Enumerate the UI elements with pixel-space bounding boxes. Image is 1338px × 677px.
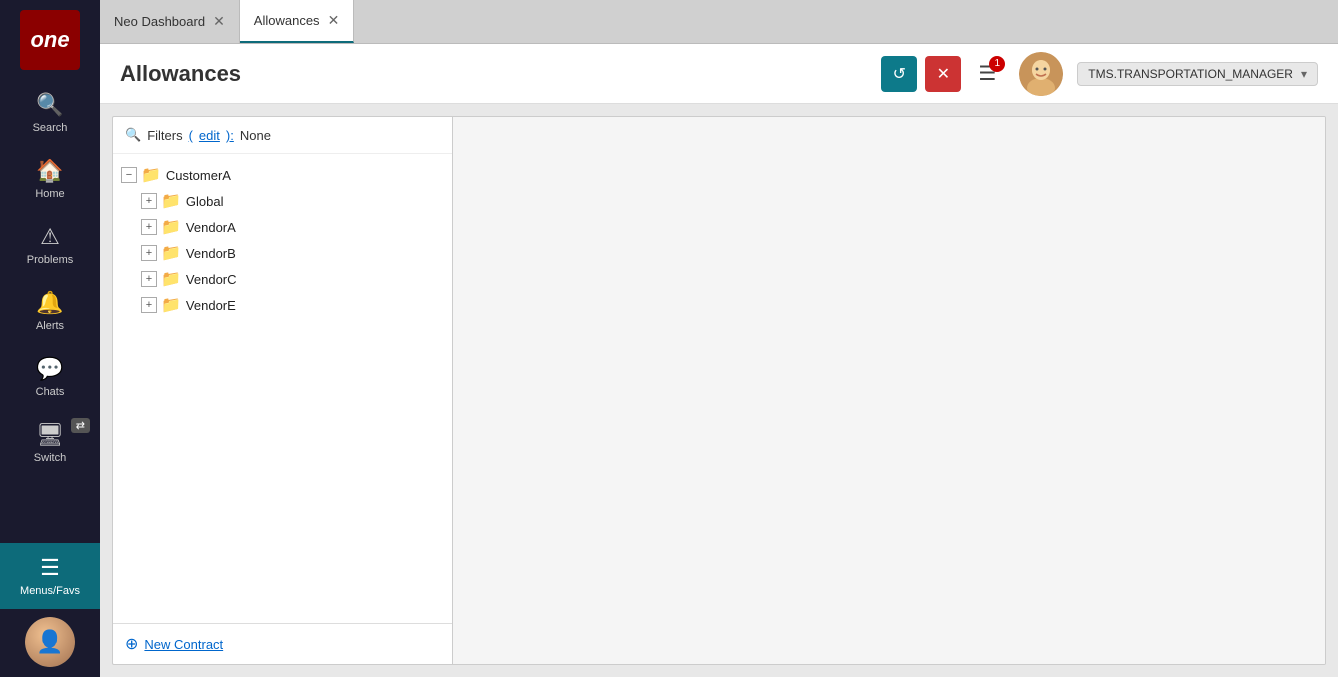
header-actions: ↺ ✕ ☰ 1	[881, 52, 1318, 96]
folder-icon: 📁	[141, 165, 161, 185]
filters-value: None	[240, 128, 271, 143]
tree-node-label: VendorE	[186, 298, 236, 313]
sidebar-item-label: Chats	[36, 386, 65, 398]
filters-edit-close: ):	[226, 128, 234, 143]
folder-icon: 📁	[161, 295, 181, 315]
sidebar-item-label: Home	[35, 188, 64, 200]
tree-item-global[interactable]: + 📁 Global	[113, 188, 452, 214]
avatar-image: 👤	[25, 617, 75, 667]
close-button[interactable]: ✕	[925, 56, 961, 92]
tree-collapse-icon[interactable]: −	[121, 167, 137, 183]
tree-node-label: VendorB	[186, 246, 236, 261]
sidebar-item-switch[interactable]: 🖥 Switch ⇄	[0, 410, 100, 476]
sidebar-item-label: Switch	[34, 452, 66, 464]
content-area: 🔍 Filters ( edit): None − 📁 CustomerA +	[100, 104, 1338, 677]
tree-panel: 🔍 Filters ( edit): None − 📁 CustomerA +	[113, 117, 453, 664]
main-area: Neo Dashboard ✕ Allowances ✕ Allowances …	[100, 0, 1338, 677]
filter-icon: 🔍	[125, 127, 141, 143]
sidebar-item-problems[interactable]: ⚠ Problems	[0, 212, 100, 278]
refresh-button[interactable]: ↺	[881, 56, 917, 92]
chevron-down-icon: ▾	[1301, 67, 1307, 81]
tree-expand-icon[interactable]: +	[141, 193, 157, 209]
tree-item-vendor-b[interactable]: + 📁 VendorB	[113, 240, 452, 266]
folder-icon: 📁	[161, 269, 181, 289]
tab-close-neo-dashboard[interactable]: ✕	[213, 13, 225, 30]
filters-bar: 🔍 Filters ( edit): None	[113, 117, 452, 154]
content-panel: 🔍 Filters ( edit): None − 📁 CustomerA +	[112, 116, 1326, 665]
tab-close-allowances[interactable]: ✕	[328, 12, 340, 29]
folder-icon: 📁	[161, 191, 181, 211]
switch-icon: 🖥	[36, 422, 64, 448]
sidebar-nav: 🔍 Search 🏠 Home ⚠ Problems 🔔 Alerts 💬 Ch…	[0, 80, 100, 543]
sidebar: one 🔍 Search 🏠 Home ⚠ Problems 🔔 Alerts …	[0, 0, 100, 677]
user-name: TMS.TRANSPORTATION_MANAGER	[1088, 67, 1293, 81]
tree-expand-icon[interactable]: +	[141, 271, 157, 287]
filters-edit-link2[interactable]: edit	[199, 128, 220, 143]
sidebar-item-search[interactable]: 🔍 Search	[0, 80, 100, 146]
app-logo[interactable]: one	[20, 10, 80, 70]
close-icon: ✕	[937, 64, 950, 84]
sidebar-item-alerts[interactable]: 🔔 Alerts	[0, 278, 100, 344]
tab-bar: Neo Dashboard ✕ Allowances ✕	[100, 0, 1338, 44]
add-icon: ⊕	[125, 634, 138, 654]
tree-expand-icon[interactable]: +	[141, 219, 157, 235]
sidebar-item-label: Problems	[27, 254, 73, 266]
tree-expand-icon[interactable]: +	[141, 297, 157, 313]
folder-icon: 📁	[161, 243, 181, 263]
sidebar-bottom: ☰ Menus/Favs 👤	[0, 543, 100, 677]
menus-icon: ☰	[40, 555, 60, 581]
tree-container: − 📁 CustomerA + 📁 Global + 📁 Vendor	[113, 154, 452, 623]
sidebar-item-chats[interactable]: 💬 Chats	[0, 344, 100, 410]
right-panel	[453, 117, 1325, 664]
tree-expand-icon[interactable]: +	[141, 245, 157, 261]
switch-badge: ⇄	[71, 418, 90, 433]
filters-edit-link[interactable]: (	[189, 128, 193, 143]
notification-button[interactable]: ☰ 1	[969, 56, 1005, 92]
tree-item-vendor-e[interactable]: + 📁 VendorE	[113, 292, 452, 318]
tree-item-customer-a[interactable]: − 📁 CustomerA	[113, 162, 452, 188]
filters-label: Filters	[147, 128, 182, 143]
page-header: Allowances ↺ ✕ ☰ 1	[100, 44, 1338, 104]
folder-icon: 📁	[161, 217, 181, 237]
page-title: Allowances	[120, 61, 881, 87]
new-contract-link[interactable]: New Contract	[144, 637, 223, 652]
avatar-image	[1019, 52, 1063, 96]
menus-favs-label: Menus/Favs	[20, 585, 80, 597]
tree-footer: ⊕ New Contract	[113, 623, 452, 664]
tree-node-label: VendorC	[186, 272, 237, 287]
tree-item-vendor-c[interactable]: + 📁 VendorC	[113, 266, 452, 292]
sidebar-item-label: Search	[33, 122, 68, 134]
tab-neo-dashboard[interactable]: Neo Dashboard ✕	[100, 0, 240, 43]
tree-node-label: Global	[186, 194, 224, 209]
sidebar-item-home[interactable]: 🏠 Home	[0, 146, 100, 212]
user-avatar	[1019, 52, 1063, 96]
problems-icon: ⚠	[40, 224, 60, 250]
tab-label: Allowances	[254, 13, 320, 28]
notification-badge: 1	[989, 56, 1005, 72]
tab-allowances[interactable]: Allowances ✕	[240, 0, 355, 43]
tree-node-label: VendorA	[186, 220, 236, 235]
chats-icon: 💬	[36, 356, 63, 382]
user-dropdown[interactable]: TMS.TRANSPORTATION_MANAGER ▾	[1077, 62, 1318, 86]
tree-item-vendor-a[interactable]: + 📁 VendorA	[113, 214, 452, 240]
logo-text: one	[30, 27, 69, 53]
user-avatar-sidebar[interactable]: 👤	[25, 617, 75, 667]
search-icon: 🔍	[36, 92, 63, 118]
home-icon: 🏠	[36, 158, 63, 184]
tab-label: Neo Dashboard	[114, 14, 205, 29]
sidebar-item-menus-favs[interactable]: ☰ Menus/Favs	[0, 543, 100, 609]
refresh-icon: ↺	[893, 64, 906, 84]
alerts-icon: 🔔	[36, 290, 63, 316]
sidebar-item-label: Alerts	[36, 320, 64, 332]
tree-node-label: CustomerA	[166, 168, 231, 183]
